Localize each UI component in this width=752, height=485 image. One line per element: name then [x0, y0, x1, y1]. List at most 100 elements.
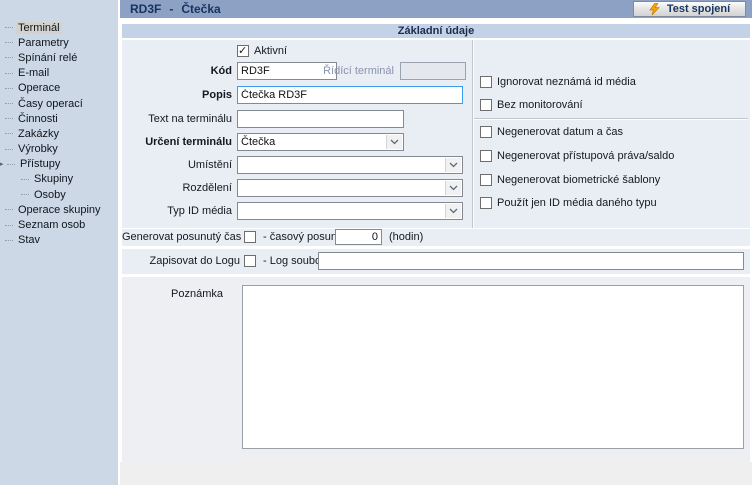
sidebar-item-osoby[interactable]: Osoby [0, 187, 118, 202]
sidebar-item-cinnosti[interactable]: Činnosti [0, 111, 118, 126]
poznamka-label: Poznámka [122, 288, 223, 300]
sidebar-item-seznam-osob[interactable]: Seznam osob [0, 217, 118, 232]
sidebar-item-label: Parametry [16, 37, 71, 49]
rozdeleni-dropdown[interactable] [237, 179, 463, 197]
checkbox-group-divider [474, 118, 748, 119]
tree-line-icon [5, 209, 13, 210]
option-ignorovat-neznama-id-media[interactable]: Ignorovat neznámá id média [480, 76, 636, 88]
rozdeleni-label: Rozdělení [122, 182, 232, 194]
tree-line-icon [5, 42, 13, 43]
log-soubor-label: - Log soubor [263, 255, 325, 267]
sidebar-item-label: Časy operací [16, 98, 85, 110]
log-soubor-input[interactable] [318, 252, 744, 270]
kod-label: Kód [122, 65, 232, 77]
sidebar-item-label: Osoby [32, 189, 68, 201]
lightning-bolt-icon [649, 3, 660, 15]
checkbox[interactable] [480, 197, 492, 209]
option-negenerovat-pristupova-prava[interactable]: Negenerovat přístupová práva/saldo [480, 150, 674, 162]
umisteni-dropdown[interactable] [237, 156, 463, 174]
terminal-code: RD3F [130, 2, 161, 16]
chevron-down-icon [445, 181, 461, 195]
option-label: Použít jen ID média daného typu [497, 197, 657, 209]
casovy-posun-label: - časový posun [263, 231, 337, 243]
option-label: Negenerovat biometrické šablony [497, 174, 660, 186]
tree-line-icon [5, 103, 13, 104]
zapisovat-do-logu-checkbox[interactable] [244, 255, 256, 267]
option-label: Bez monitorování [497, 99, 583, 111]
tree-line-icon [21, 194, 29, 195]
urceni-terminalu-dropdown[interactable]: Čtečka [237, 133, 404, 151]
tree-line-icon [5, 133, 13, 134]
popis-label: Popis [122, 89, 232, 101]
test-connection-button[interactable]: Test spojení [633, 1, 746, 17]
option-negenerovat-biometricke-sablony[interactable]: Negenerovat biometrické šablony [480, 174, 660, 186]
header-dash: - [169, 2, 173, 16]
sidebar-item-label: Terminál [16, 22, 62, 34]
tree-line-icon [5, 57, 13, 58]
sidebar-item-stav[interactable]: Stav [0, 233, 118, 248]
sidebar-item-label: Stav [16, 234, 42, 246]
sidebar-item-operace[interactable]: Operace [0, 81, 118, 96]
chevron-down-icon [386, 135, 402, 149]
sidebar-item-email[interactable]: E-mail [0, 66, 118, 81]
expander-icon[interactable]: ▸ [0, 160, 6, 168]
sidebar-item-label: Operace [16, 82, 62, 94]
text-na-terminalu-label: Text na terminálu [122, 113, 232, 125]
option-pouzit-jen-id-media[interactable]: Použít jen ID média daného typu [480, 197, 657, 209]
checkbox[interactable] [480, 174, 492, 186]
option-negenerovat-datum-a-cas[interactable]: Negenerovat datum a čas [480, 126, 623, 138]
sidebar-item-spinani-rele[interactable]: Spínání relé [0, 50, 118, 65]
section-title: Základní údaje [122, 24, 750, 38]
sidebar-item-label: E-mail [16, 67, 51, 79]
generovat-posunuty-cas-label: Generovat posunutý čas [122, 231, 240, 243]
checkbox[interactable] [480, 126, 492, 138]
sidebar-item-parametry[interactable]: Parametry [0, 35, 118, 50]
sidebar-item-zakazky[interactable]: Zakázky [0, 126, 118, 141]
sidebar-item-pristupy[interactable]: ▸ Přístupy [0, 157, 118, 172]
sidebar-item-vyrobky[interactable]: Výrobky [0, 142, 118, 157]
popis-input[interactable] [237, 86, 463, 104]
basic-data-panel: Aktivní Kód Řídící terminál Popis Text n… [122, 40, 750, 228]
ridici-terminal-input [400, 62, 466, 80]
sidebar-item-label: Spínání relé [16, 52, 79, 64]
hodin-unit-label: (hodin) [389, 231, 423, 243]
sidebar-item-label: Činnosti [16, 113, 60, 125]
note-panel: Poznámka [122, 277, 750, 462]
tree-line-icon [5, 27, 13, 28]
sidebar-item-label: Zakázky [16, 128, 61, 140]
generovat-posunuty-cas-checkbox[interactable] [244, 231, 256, 243]
sidebar-tree: Terminál Parametry Spínání relé E-mail O… [0, 0, 118, 485]
tree-line-icon [5, 118, 13, 119]
checkbox[interactable] [480, 76, 492, 88]
zapisovat-do-logu-label: Zapisovat do Logu [122, 255, 240, 267]
sidebar-item-label: Skupiny [32, 173, 75, 185]
aktivni-checkbox[interactable] [237, 45, 249, 57]
checkbox[interactable] [480, 150, 492, 162]
option-bez-monitorovani[interactable]: Bez monitorování [480, 99, 583, 111]
terminal-settings-window: Terminál Parametry Spínání relé E-mail O… [0, 0, 752, 485]
chevron-down-icon [445, 158, 461, 172]
sidebar-item-label: Operace skupiny [16, 204, 103, 216]
sidebar-item-operace-skupiny[interactable]: Operace skupiny [0, 202, 118, 217]
page-title: Čtečka [181, 2, 220, 16]
poznamka-textarea[interactable] [242, 285, 744, 449]
tree-line-icon [5, 149, 13, 150]
tree-line-icon [5, 240, 13, 241]
urceni-terminalu-label: Určení terminálu [122, 136, 232, 148]
option-label: Ignorovat neznámá id média [497, 76, 636, 88]
vertical-divider [472, 40, 473, 228]
sidebar-item-skupiny[interactable]: Skupiny [0, 172, 118, 187]
aktivni-label: Aktivní [254, 45, 287, 57]
sidebar-item-label: Výrobky [16, 143, 60, 155]
ridici-terminal-label: Řídící terminál [284, 65, 394, 77]
sidebar-item-terminal[interactable]: Terminál [0, 20, 118, 35]
sidebar-item-label: Seznam osob [16, 219, 87, 231]
sidebar-item-label: Přístupy [18, 158, 62, 170]
chevron-down-icon [445, 204, 461, 218]
text-na-terminalu-input[interactable] [237, 110, 404, 128]
checkbox[interactable] [480, 99, 492, 111]
sidebar-item-casy-operaci[interactable]: Časy operací [0, 96, 118, 111]
casovy-posun-input[interactable] [335, 229, 382, 245]
typ-id-media-dropdown[interactable] [237, 202, 463, 220]
timeshift-panel: Generovat posunutý čas - časový posun (h… [122, 229, 750, 246]
